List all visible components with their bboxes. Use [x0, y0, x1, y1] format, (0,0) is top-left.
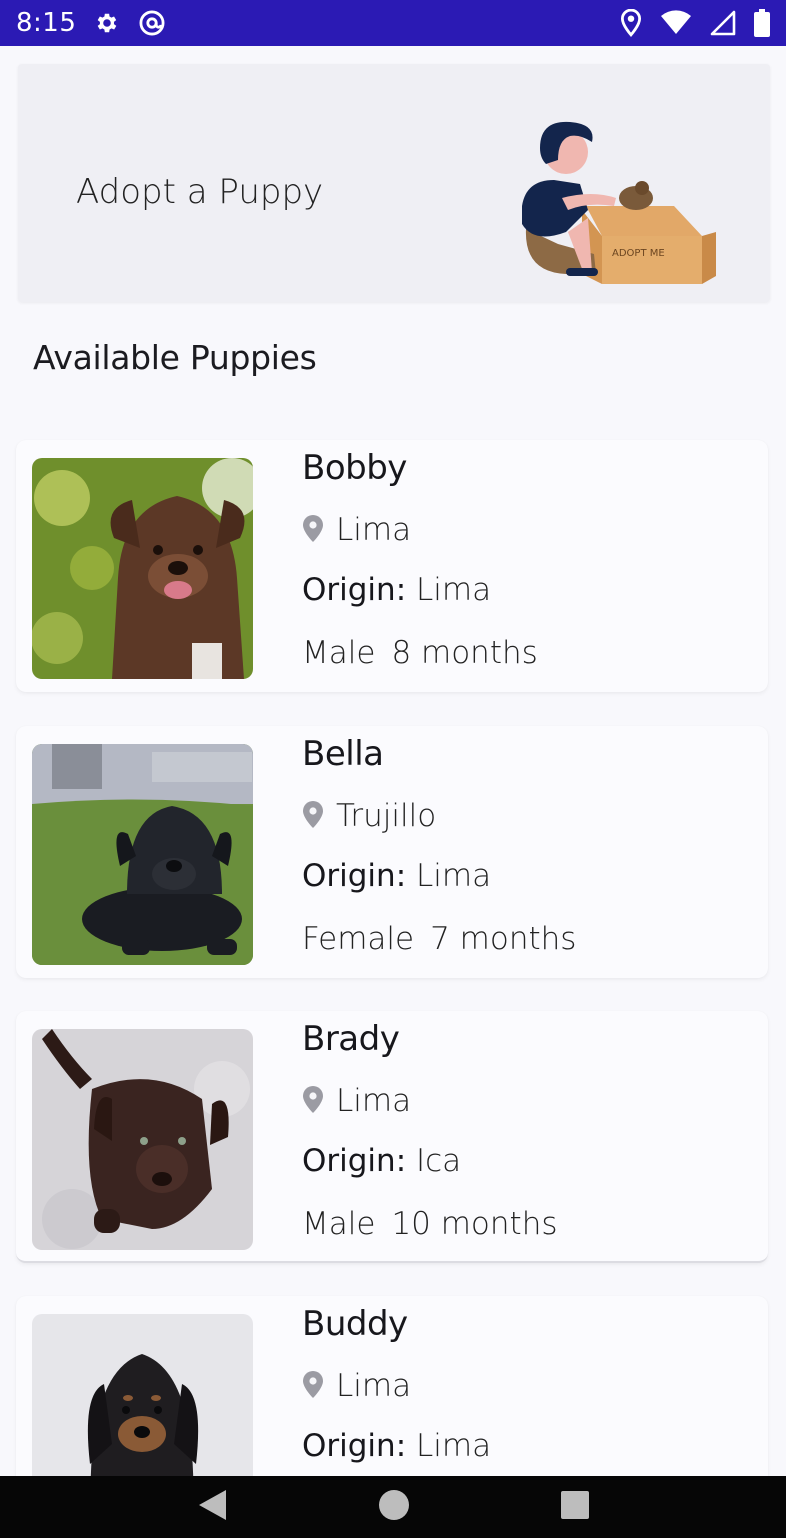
origin-row: Origin: Lima: [302, 858, 491, 894]
banner-title: Adopt a Puppy: [76, 172, 324, 212]
puppy-name: Buddy: [302, 1304, 408, 1344]
origin-value: Lima: [416, 858, 492, 894]
origin-row: Origin: Lima: [302, 1428, 491, 1464]
gender-text: Female: [302, 921, 415, 957]
dachshund-puppy-photo: [32, 1314, 253, 1476]
location-text: Lima: [336, 1368, 412, 1404]
puppy-card[interactable]: Bella Trujillo Origin: Lima Female 7 mont…: [16, 726, 768, 978]
origin-row: Origin: Ica: [302, 1143, 461, 1179]
location-pin-icon: [620, 9, 642, 37]
at-sign-icon: [138, 9, 166, 37]
age-text: 7 months: [430, 921, 577, 957]
chocolate-puppy-photo: [32, 1029, 253, 1250]
status-time: 8:15: [16, 8, 77, 38]
gear-icon: [94, 10, 120, 36]
boy-with-puppy-box-illustration: ADOPT ME: [496, 114, 736, 288]
puppy-name: Bobby: [302, 448, 407, 488]
origin-label: Origin:: [302, 572, 407, 608]
screen-content: Adopt a Puppy ADOPT ME Available Puppies…: [0, 46, 786, 1476]
battery-icon: [754, 9, 770, 37]
gender-text: Male: [302, 635, 376, 671]
origin-value: Ica: [416, 1143, 462, 1179]
location-row: Lima: [302, 1368, 411, 1404]
location-pin-icon: [302, 1370, 324, 1402]
back-button[interactable]: [196, 1488, 228, 1526]
section-title: Available Puppies: [33, 338, 317, 377]
location-pin-icon: [302, 800, 324, 832]
brown-puppy-photo: [32, 458, 253, 679]
meta-row: Male 10 months: [302, 1206, 558, 1242]
gender-text: Male: [302, 1206, 376, 1242]
origin-value: Lima: [416, 572, 492, 608]
signal-icon: [710, 10, 736, 36]
origin-row: Origin: Lima: [302, 572, 491, 608]
origin-label: Origin:: [302, 1143, 407, 1179]
location-pin-icon: [302, 1085, 324, 1117]
navigation-bar: [0, 1476, 786, 1538]
puppy-name: Brady: [302, 1019, 400, 1059]
recents-button[interactable]: [560, 1490, 590, 1524]
puppy-name: Bella: [302, 734, 384, 774]
origin-label: Origin:: [302, 1428, 407, 1464]
puppy-card[interactable]: Bobby Lima Origin: Lima Male 8 months: [16, 440, 768, 692]
status-bar: 8:15: [0, 0, 786, 46]
location-text: Trujillo: [336, 798, 437, 834]
box-label: ADOPT ME: [612, 248, 665, 259]
puppy-card[interactable]: Buddy Lima Origin: Lima: [16, 1296, 768, 1476]
meta-row: Male 8 months: [302, 635, 538, 671]
origin-value: Lima: [416, 1428, 492, 1464]
location-row: Trujillo: [302, 798, 436, 834]
age-text: 10 months: [391, 1206, 558, 1242]
location-row: Lima: [302, 512, 411, 548]
meta-row: Female 7 months: [302, 921, 576, 957]
location-pin-icon: [302, 514, 324, 546]
origin-label: Origin:: [302, 858, 407, 894]
age-text: 8 months: [391, 635, 538, 671]
black-puppy-photo: [32, 744, 253, 965]
location-text: Lima: [336, 512, 412, 548]
adopt-banner: Adopt a Puppy ADOPT ME: [18, 64, 770, 302]
location-text: Lima: [336, 1083, 412, 1119]
location-row: Lima: [302, 1083, 411, 1119]
wifi-icon: [660, 10, 692, 36]
puppy-card[interactable]: Brady Lima Origin: Ica Male 10 months: [16, 1011, 768, 1263]
home-button[interactable]: [378, 1489, 410, 1525]
